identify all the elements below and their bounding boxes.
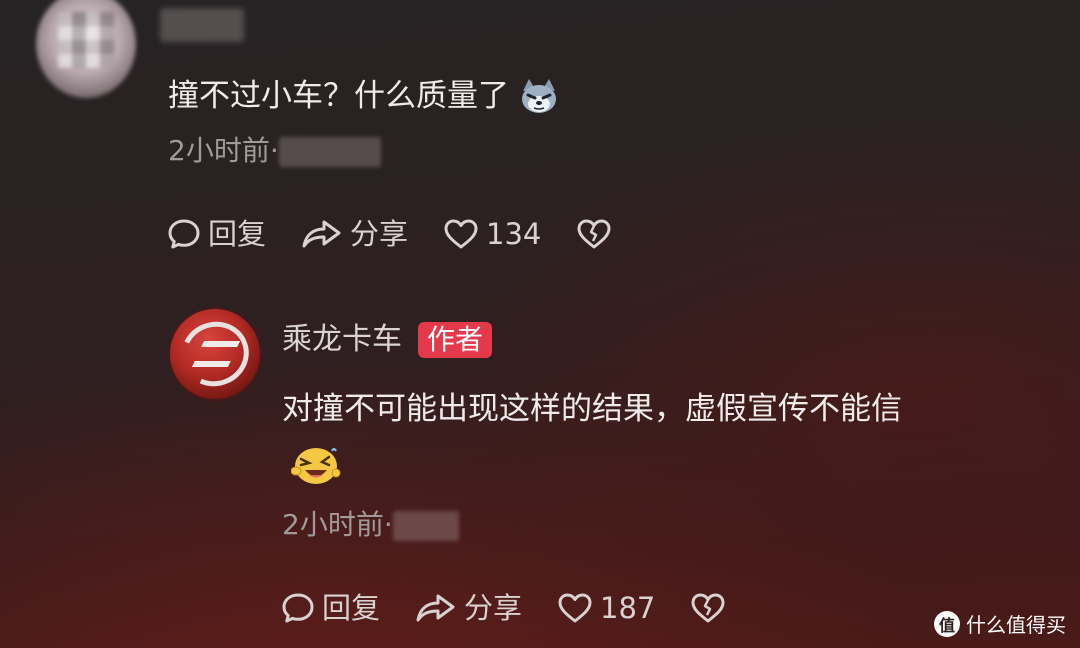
share-button[interactable]: 分享 xyxy=(300,216,408,252)
reply-reply-label: 回复 xyxy=(322,591,381,625)
reply-button[interactable]: 回复 xyxy=(166,216,266,252)
reply-share-button[interactable]: 分享 xyxy=(414,590,522,626)
reply-share-label: 分享 xyxy=(464,591,523,625)
reply-reply-button[interactable]: 回复 xyxy=(280,590,380,626)
author-avatar-logo[interactable] xyxy=(170,309,260,399)
broken-heart-icon xyxy=(577,219,611,249)
commenter-avatar[interactable] xyxy=(36,0,136,98)
comment-bubble-icon xyxy=(168,219,200,249)
laughing-emoji-icon xyxy=(291,448,341,484)
heart-icon xyxy=(558,593,592,623)
top-comment-text: 撞不过小车？什么质量了 xyxy=(168,78,509,114)
reply-label: 回复 xyxy=(208,217,267,251)
author-badge: 作者 xyxy=(418,322,493,358)
reply-dislike-button[interactable] xyxy=(689,590,727,626)
top-comment-meta: 2小时前· xyxy=(168,134,381,168)
reply-like-count: 187 xyxy=(600,591,656,625)
heart-icon xyxy=(444,219,478,249)
watermark-text: 什么值得买 xyxy=(966,613,1066,637)
share-arrow-icon xyxy=(302,220,341,248)
reply-like-button[interactable]: 187 xyxy=(556,590,655,626)
reply-text: 对撞不可能出现这样的结果，虚假宣传不能信 xyxy=(282,391,902,427)
like-count: 134 xyxy=(486,217,542,251)
location-redacted xyxy=(278,137,381,167)
wolf-emoji-icon xyxy=(522,79,556,113)
author-header: 乘龙卡车 作者 xyxy=(282,322,493,358)
like-button[interactable]: 134 xyxy=(442,216,541,252)
watermark: 值 什么值得买 xyxy=(934,609,1066,638)
top-comment-body: 撞不过小车？什么质量了 xyxy=(168,76,559,116)
author-name[interactable]: 乘龙卡车 xyxy=(282,322,402,358)
comment-bubble-icon xyxy=(282,593,314,623)
reply-actions: 回复 分享 187 xyxy=(280,590,727,626)
reply-meta: 2小时前· xyxy=(282,508,459,542)
commenter-name-redacted xyxy=(160,8,244,42)
broken-heart-icon xyxy=(691,593,725,623)
reply-location-redacted xyxy=(392,511,459,541)
watermark-logo-icon: 值 xyxy=(934,610,960,637)
top-comment-actions: 回复 分享 134 xyxy=(166,216,613,252)
share-label: 分享 xyxy=(350,217,409,251)
share-arrow-icon xyxy=(416,594,455,622)
reply-time: 2小时前· xyxy=(282,508,393,541)
top-comment-time: 2小时前· xyxy=(168,134,279,167)
dislike-button[interactable] xyxy=(575,216,613,252)
